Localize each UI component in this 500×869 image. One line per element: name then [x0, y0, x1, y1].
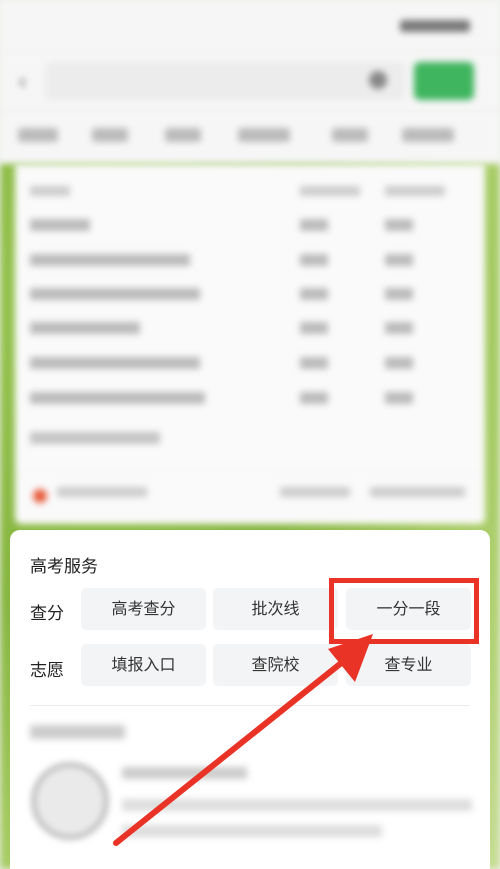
- watermark: [395, 830, 475, 850]
- annotation-arrow: [113, 634, 373, 846]
